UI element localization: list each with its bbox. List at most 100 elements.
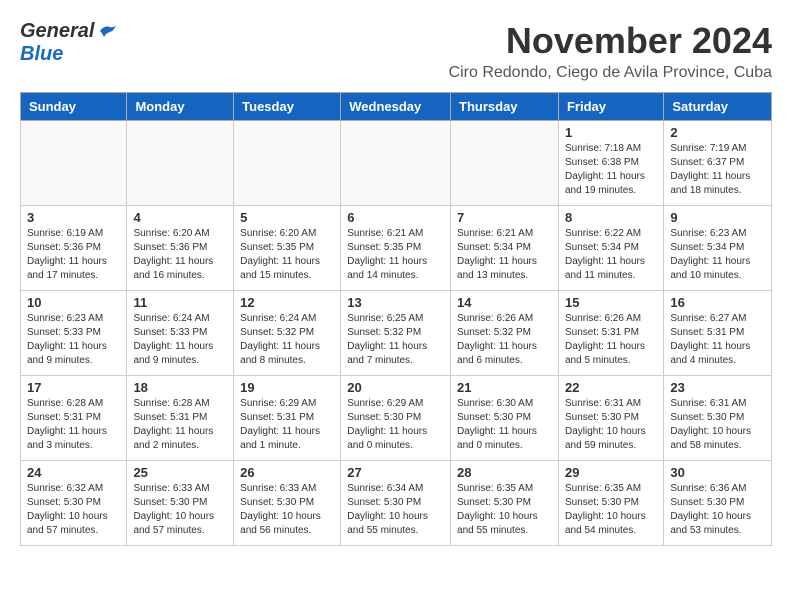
calendar-cell: 28 Sunrise: 6:35 AMSunset: 5:30 PMDayligh… xyxy=(451,461,559,546)
calendar-cell: 3Sunrise: 6:19 AMSunset: 5:36 PMDaylight… xyxy=(21,206,127,291)
calendar-cell: 22 Sunrise: 6:31 AMSunset: 5:30 PMDayligh… xyxy=(558,376,663,461)
calendar-cell: 10 Sunrise: 6:23 AMSunset: 5:33 PMDayligh… xyxy=(21,291,127,376)
day-number: 23 xyxy=(670,380,765,395)
logo-blue: Blue xyxy=(20,43,63,65)
day-info: Sunrise: 6:24 AMSunset: 5:32 PMDaylight:… xyxy=(240,312,334,368)
day-number: 17 xyxy=(27,380,120,395)
calendar-cell: 27 Sunrise: 6:34 AMSunset: 5:30 PMDayligh… xyxy=(341,461,451,546)
day-number: 15 xyxy=(565,295,657,310)
day-info: Sunrise: 6:33 AMSunset: 5:30 PMDaylight:… xyxy=(133,482,227,538)
calendar-day-header: Friday xyxy=(558,93,663,121)
day-info: Sunrise: 6:23 AMSunset: 5:33 PMDaylight:… xyxy=(27,312,120,368)
calendar-cell: 25Sunrise: 6:33 AMSunset: 5:30 PMDayligh… xyxy=(127,461,234,546)
day-info: Sunrise: 6:35 AMSunset: 5:30 PMDaylight:… xyxy=(565,482,657,538)
calendar-cell xyxy=(341,121,451,206)
day-info: Sunrise: 6:28 AMSunset: 5:31 PMDaylight:… xyxy=(27,397,120,453)
day-number: 29 xyxy=(565,465,657,480)
day-number: 27 xyxy=(347,465,444,480)
calendar-cell: 20 Sunrise: 6:29 AMSunset: 5:30 PMDayligh… xyxy=(341,376,451,461)
page-header: General Blue November 2024 Ciro Redondo,… xyxy=(20,20,772,82)
day-info: Sunrise: 6:24 AMSunset: 5:33 PMDaylight:… xyxy=(133,312,227,368)
calendar-cell: 11 Sunrise: 6:24 AMSunset: 5:33 PMDayligh… xyxy=(127,291,234,376)
calendar-cell: 12 Sunrise: 6:24 AMSunset: 5:32 PMDayligh… xyxy=(234,291,341,376)
calendar-cell: 6 Sunrise: 6:21 AMSunset: 5:35 PMDaylight… xyxy=(341,206,451,291)
calendar-week-row: 10 Sunrise: 6:23 AMSunset: 5:33 PMDayligh… xyxy=(21,291,772,376)
day-number: 26 xyxy=(240,465,334,480)
calendar-week-row: 17 Sunrise: 6:28 AMSunset: 5:31 PMDayligh… xyxy=(21,376,772,461)
logo-general: General xyxy=(20,20,94,43)
day-number: 8 xyxy=(565,210,657,225)
day-info: Sunrise: 6:28 AMSunset: 5:31 PMDaylight:… xyxy=(133,397,227,453)
day-info: Sunrise: 6:34 AMSunset: 5:30 PMDaylight:… xyxy=(347,482,444,538)
month-title: November 2024 xyxy=(449,20,772,62)
calendar-cell: 16 Sunrise: 6:27 AMSunset: 5:31 PMDayligh… xyxy=(664,291,772,376)
logo-bird-icon xyxy=(96,21,118,43)
day-info: Sunrise: 6:21 AMSunset: 5:35 PMDaylight:… xyxy=(347,227,444,283)
day-number: 4 xyxy=(133,210,227,225)
day-number: 2 xyxy=(670,125,765,140)
calendar-cell: 21Sunrise: 6:30 AMSunset: 5:30 PMDayligh… xyxy=(451,376,559,461)
calendar-cell: 15 Sunrise: 6:26 AMSunset: 5:31 PMDayligh… xyxy=(558,291,663,376)
day-info: Sunrise: 6:25 AMSunset: 5:32 PMDaylight:… xyxy=(347,312,444,368)
day-number: 19 xyxy=(240,380,334,395)
day-number: 30 xyxy=(670,465,765,480)
calendar-week-row: 24Sunrise: 6:32 AMSunset: 5:30 PMDayligh… xyxy=(21,461,772,546)
day-info: Sunrise: 6:22 AMSunset: 5:34 PMDaylight:… xyxy=(565,227,657,283)
calendar-cell: 4 Sunrise: 6:20 AMSunset: 5:36 PMDaylight… xyxy=(127,206,234,291)
day-number: 28 xyxy=(457,465,552,480)
day-number: 16 xyxy=(670,295,765,310)
day-info: Sunrise: 6:27 AMSunset: 5:31 PMDaylight:… xyxy=(670,312,765,368)
title-area: November 2024 Ciro Redondo, Ciego de Avi… xyxy=(449,20,772,82)
logo: General Blue xyxy=(20,20,118,66)
day-number: 14 xyxy=(457,295,552,310)
location-subtitle: Ciro Redondo, Ciego de Avila Province, C… xyxy=(449,64,772,82)
day-info: Sunrise: 6:36 AMSunset: 5:30 PMDaylight:… xyxy=(670,482,765,538)
calendar-day-header: Saturday xyxy=(664,93,772,121)
calendar-cell xyxy=(127,121,234,206)
calendar-day-header: Sunday xyxy=(21,93,127,121)
calendar-cell: 24Sunrise: 6:32 AMSunset: 5:30 PMDayligh… xyxy=(21,461,127,546)
calendar-day-header: Wednesday xyxy=(341,93,451,121)
calendar-cell: 18 Sunrise: 6:28 AMSunset: 5:31 PMDayligh… xyxy=(127,376,234,461)
day-number: 5 xyxy=(240,210,334,225)
calendar-cell: 19 Sunrise: 6:29 AMSunset: 5:31 PMDayligh… xyxy=(234,376,341,461)
calendar-cell: 17 Sunrise: 6:28 AMSunset: 5:31 PMDayligh… xyxy=(21,376,127,461)
day-number: 22 xyxy=(565,380,657,395)
day-number: 10 xyxy=(27,295,120,310)
day-info: Sunrise: 7:18 AMSunset: 6:38 PMDaylight:… xyxy=(565,142,657,198)
day-number: 7 xyxy=(457,210,552,225)
calendar-cell xyxy=(451,121,559,206)
day-info: Sunrise: 6:29 AMSunset: 5:31 PMDaylight:… xyxy=(240,397,334,453)
calendar-week-row: 1Sunrise: 7:18 AMSunset: 6:38 PMDaylight… xyxy=(21,121,772,206)
day-info: Sunrise: 6:26 AMSunset: 5:31 PMDaylight:… xyxy=(565,312,657,368)
day-info: Sunrise: 6:21 AMSunset: 5:34 PMDaylight:… xyxy=(457,227,552,283)
calendar-header-row: SundayMondayTuesdayWednesdayThursdayFrid… xyxy=(21,93,772,121)
calendar-cell: 13Sunrise: 6:25 AMSunset: 5:32 PMDayligh… xyxy=(341,291,451,376)
calendar-day-header: Tuesday xyxy=(234,93,341,121)
calendar-week-row: 3Sunrise: 6:19 AMSunset: 5:36 PMDaylight… xyxy=(21,206,772,291)
day-info: Sunrise: 6:35 AMSunset: 5:30 PMDaylight:… xyxy=(457,482,552,538)
day-info: Sunrise: 6:20 AMSunset: 5:36 PMDaylight:… xyxy=(133,227,227,283)
day-number: 12 xyxy=(240,295,334,310)
calendar-cell: 23Sunrise: 6:31 AMSunset: 5:30 PMDayligh… xyxy=(664,376,772,461)
day-info: Sunrise: 6:20 AMSunset: 5:35 PMDaylight:… xyxy=(240,227,334,283)
day-info: Sunrise: 6:23 AMSunset: 5:34 PMDaylight:… xyxy=(670,227,765,283)
calendar-cell xyxy=(234,121,341,206)
day-number: 9 xyxy=(670,210,765,225)
day-info: Sunrise: 6:31 AMSunset: 5:30 PMDaylight:… xyxy=(565,397,657,453)
day-number: 18 xyxy=(133,380,227,395)
day-number: 6 xyxy=(347,210,444,225)
day-info: Sunrise: 6:30 AMSunset: 5:30 PMDaylight:… xyxy=(457,397,552,453)
calendar-cell: 14Sunrise: 6:26 AMSunset: 5:32 PMDayligh… xyxy=(451,291,559,376)
day-info: Sunrise: 6:29 AMSunset: 5:30 PMDaylight:… xyxy=(347,397,444,453)
day-number: 20 xyxy=(347,380,444,395)
day-number: 3 xyxy=(27,210,120,225)
calendar-day-header: Monday xyxy=(127,93,234,121)
calendar-cell: 2Sunrise: 7:19 AMSunset: 6:37 PMDaylight… xyxy=(664,121,772,206)
calendar-cell: 9 Sunrise: 6:23 AMSunset: 5:34 PMDaylight… xyxy=(664,206,772,291)
day-number: 11 xyxy=(133,295,227,310)
calendar-cell: 29 Sunrise: 6:35 AMSunset: 5:30 PMDayligh… xyxy=(558,461,663,546)
calendar-cell: 7 Sunrise: 6:21 AMSunset: 5:34 PMDaylight… xyxy=(451,206,559,291)
day-info: Sunrise: 6:33 AMSunset: 5:30 PMDaylight:… xyxy=(240,482,334,538)
calendar-cell xyxy=(21,121,127,206)
